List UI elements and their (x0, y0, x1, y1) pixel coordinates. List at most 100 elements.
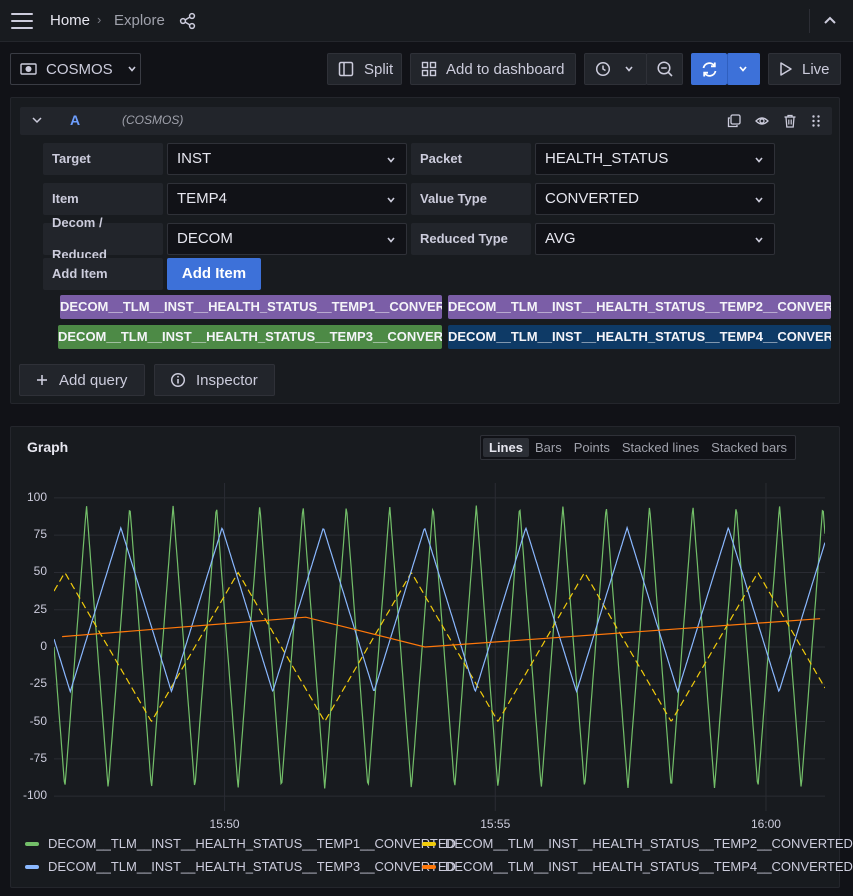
eye-icon[interactable] (755, 114, 769, 128)
y-tick-label: -100 (22, 788, 47, 803)
mode-lines[interactable]: Lines (483, 438, 529, 457)
target-select[interactable]: INST (167, 143, 407, 175)
chevron-down-icon (387, 157, 395, 163)
legend-label: DECOM__TLM__INST__HEALTH_STATUS__TEMP4__… (445, 859, 853, 874)
cosmos-logo-icon (20, 63, 37, 75)
chevron-up-icon[interactable] (822, 13, 838, 29)
query-item-chip[interactable]: DECOM__TLM__INST__HEALTH_STATUS__TEMP4__… (448, 325, 831, 349)
refresh-interval-button[interactable] (727, 53, 760, 85)
mode-stacked-lines[interactable]: Stacked lines (616, 438, 705, 457)
legend-label: DECOM__TLM__INST__HEALTH_STATUS__TEMP3__… (48, 859, 456, 874)
chevron-down-icon (755, 197, 763, 203)
graph-panel: Graph Lines Bars Points Stacked lines St… (10, 426, 853, 888)
menu-icon[interactable] (11, 13, 33, 29)
query-item-chip[interactable]: DECOM__TLM__INST__HEALTH_STATUS__TEMP2__… (448, 295, 831, 319)
inspector-label: Inspector (196, 371, 258, 389)
breadcrumb-home[interactable]: Home (50, 12, 90, 29)
x-tick-label: 15:55 (480, 817, 511, 831)
add-to-dashboard-button[interactable]: Add to dashboard (410, 53, 576, 85)
item-label: Item (43, 183, 163, 215)
decom-select[interactable]: DECOM (167, 223, 407, 255)
split-label: Split (364, 60, 394, 78)
legend-label: DECOM__TLM__INST__HEALTH_STATUS__TEMP1__… (48, 836, 456, 851)
graph-title: Graph (27, 439, 69, 455)
time-series-plot[interactable] (54, 483, 825, 811)
value-type-label: Value Type (411, 183, 531, 215)
y-tick-label: -25 (29, 676, 47, 691)
chevron-down-icon (387, 197, 395, 203)
query-item-chip[interactable]: DECOM__TLM__INST__HEALTH_STATUS__TEMP1__… (60, 295, 442, 319)
refresh-button[interactable] (691, 53, 727, 85)
mode-stacked-bars[interactable]: Stacked bars (705, 438, 793, 457)
chevron-down-icon (128, 66, 136, 72)
legend-item[interactable]: DECOM__TLM__INST__HEALTH_STATUS__TEMP2__… (422, 836, 853, 851)
legend-item[interactable]: DECOM__TLM__INST__HEALTH_STATUS__TEMP4__… (422, 859, 853, 874)
item-value: TEMP4 (177, 190, 228, 207)
y-tick-label: 0 (40, 639, 47, 653)
split-icon (338, 61, 354, 77)
reduced-type-value: AVG (545, 230, 576, 247)
breadcrumb-explore: Explore (114, 12, 165, 29)
query-row-header[interactable]: A (COSMOS) (20, 107, 832, 135)
live-button[interactable]: Live (768, 53, 841, 85)
query-ref-id[interactable]: A (70, 112, 80, 128)
datasource-picker[interactable]: COSMOS (10, 53, 141, 85)
copy-icon[interactable] (727, 114, 741, 128)
zoom-out-button[interactable] (646, 53, 683, 85)
legend-swatch (422, 864, 436, 869)
mode-points[interactable]: Points (568, 438, 616, 457)
zoom-out-icon (657, 61, 673, 77)
add-item-button[interactable]: Add Item (167, 258, 261, 290)
packet-label: Packet (411, 143, 531, 175)
reduced-type-select[interactable]: AVG (535, 223, 775, 255)
target-label: Target (43, 143, 163, 175)
x-tick-label: 16:00 (750, 817, 781, 831)
legend-swatch (422, 841, 436, 846)
packet-select[interactable]: HEALTH_STATUS (535, 143, 775, 175)
legend-item[interactable]: DECOM__TLM__INST__HEALTH_STATUS__TEMP1__… (25, 836, 456, 851)
legend-item[interactable]: DECOM__TLM__INST__HEALTH_STATUS__TEMP3__… (25, 859, 456, 874)
y-tick-label: -50 (29, 713, 47, 728)
query-editor-panel: A (COSMOS) Target INST Packet HEALTH_STA… (10, 97, 840, 404)
x-tick-label: 15:50 (209, 817, 240, 831)
value-type-value: CONVERTED (545, 190, 639, 207)
plus-icon (37, 375, 47, 385)
legend-label: DECOM__TLM__INST__HEALTH_STATUS__TEMP2__… (445, 836, 853, 851)
clock-icon (595, 61, 611, 77)
play-icon (780, 62, 792, 76)
value-type-select[interactable]: CONVERTED (535, 183, 775, 215)
query-item-chip[interactable]: DECOM__TLM__INST__HEALTH_STATUS__TEMP3__… (58, 325, 442, 349)
target-value: INST (177, 150, 212, 167)
chevron-down-icon (739, 66, 747, 72)
y-tick-label: 100 (26, 489, 47, 504)
trash-icon[interactable] (783, 114, 797, 128)
y-tick-label: 75 (33, 527, 47, 542)
legend-swatch (25, 864, 39, 869)
time-picker-button[interactable] (584, 53, 647, 85)
chevron-down-icon[interactable] (31, 114, 43, 126)
decom-label-line-1: Decom / (52, 215, 103, 230)
series-line-4[interactable] (62, 616, 821, 648)
mode-bars[interactable]: Bars (529, 438, 568, 457)
breadcrumb-separator: › (97, 12, 102, 27)
share-icon[interactable] (179, 12, 197, 30)
add-query-button[interactable]: Add query (19, 364, 145, 396)
nav-divider (809, 9, 810, 33)
apps-icon (421, 61, 437, 77)
y-tick-label: -75 (29, 750, 47, 765)
y-tick-label: 50 (33, 564, 47, 579)
chevron-down-icon (387, 237, 395, 243)
reduced-type-label: Reduced Type (411, 223, 531, 255)
top-nav: Home › Explore (0, 0, 853, 42)
add-to-dashboard-label: Add to dashboard (446, 60, 565, 78)
query-datasource-name: (COSMOS) (122, 113, 184, 127)
info-circle-icon (170, 372, 186, 388)
add-item-label: Add Item (43, 258, 163, 290)
item-select[interactable]: TEMP4 (167, 183, 407, 215)
datasource-label: COSMOS (46, 60, 113, 78)
add-query-label: Add query (59, 371, 128, 389)
drag-handle-icon[interactable] (809, 114, 823, 128)
live-label: Live (802, 60, 830, 78)
inspector-button[interactable]: Inspector (154, 364, 275, 396)
split-button[interactable]: Split (327, 53, 402, 85)
